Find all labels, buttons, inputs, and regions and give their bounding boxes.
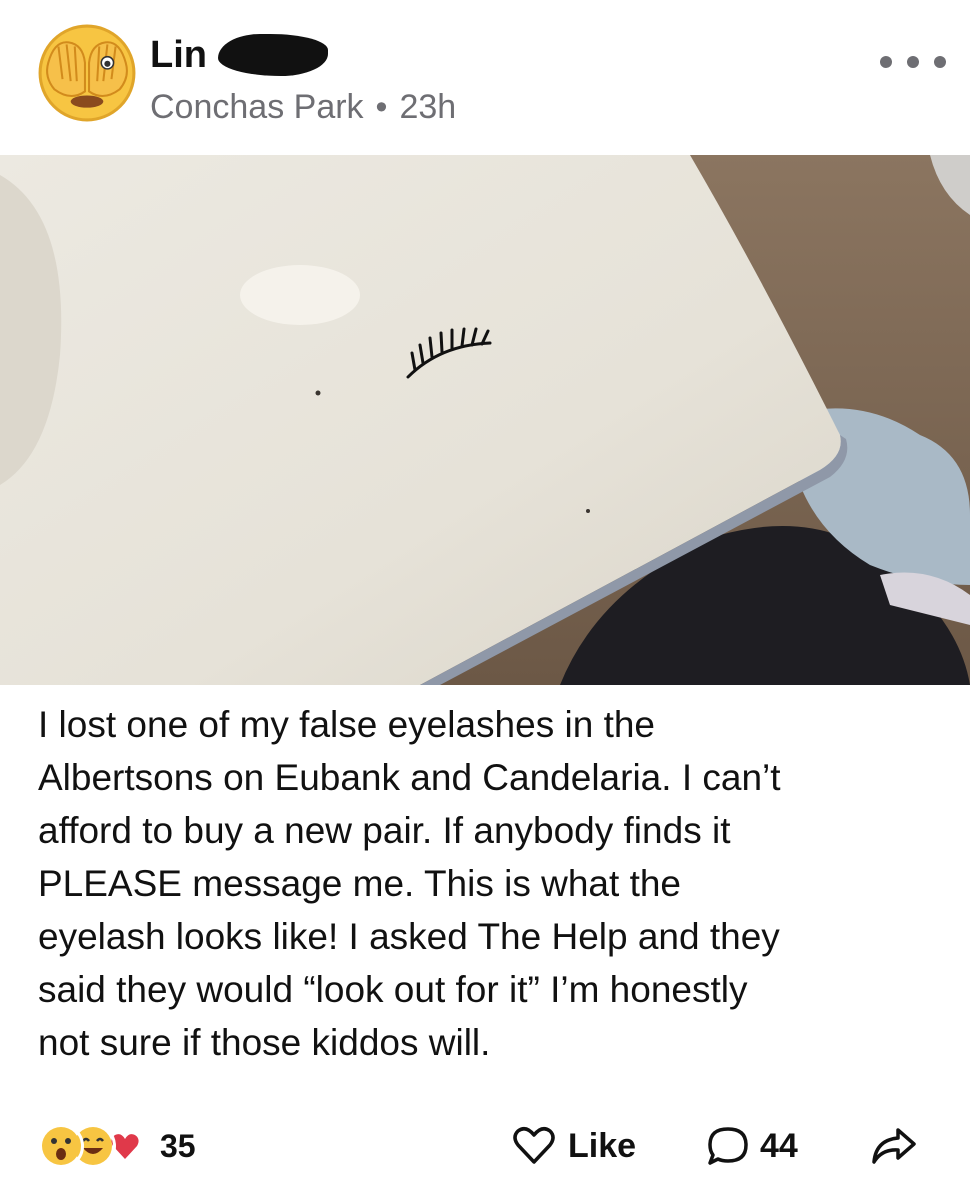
name-redaction — [218, 34, 328, 76]
comment-bubble-icon — [708, 1127, 748, 1165]
share-arrow-icon — [872, 1128, 916, 1164]
author-name[interactable]: Lin — [150, 34, 207, 77]
timestamp[interactable]: 23h — [399, 88, 456, 126]
more-dot — [934, 56, 946, 68]
post-card: Lin Conchas Park • 23h I lost one of my … — [0, 0, 970, 1200]
photo-illustration — [0, 155, 970, 685]
avatar[interactable] — [36, 22, 138, 124]
more-dot — [907, 56, 919, 68]
reactions-summary[interactable]: 35 — [38, 1122, 196, 1170]
like-label: Like — [568, 1126, 637, 1165]
like-button[interactable]: Like — [512, 1124, 636, 1168]
post-caption: I lost one of my false eyelashes in the … — [38, 704, 781, 1063]
more-dot — [880, 56, 892, 68]
post-meta: Conchas Park • 23h — [150, 88, 456, 127]
speck — [315, 390, 321, 396]
speck — [586, 509, 590, 513]
more-options-icon[interactable] — [880, 44, 946, 80]
location-label[interactable]: Conchas Park — [150, 88, 364, 126]
post-footer: 35 Like 44 — [0, 1110, 970, 1180]
comment-count: 44 — [760, 1126, 798, 1165]
reaction-count: 35 — [160, 1127, 196, 1164]
glare — [240, 265, 360, 325]
meta-separator: • — [375, 88, 388, 126]
post-photo[interactable] — [0, 155, 970, 685]
comment-button[interactable]: 44 — [706, 1124, 798, 1168]
surprised-emoji-icon — [38, 1123, 84, 1169]
heart-outline-icon — [513, 1127, 555, 1164]
share-button[interactable] — [870, 1124, 918, 1168]
post-header: Lin Conchas Park • 23h — [0, 0, 970, 150]
